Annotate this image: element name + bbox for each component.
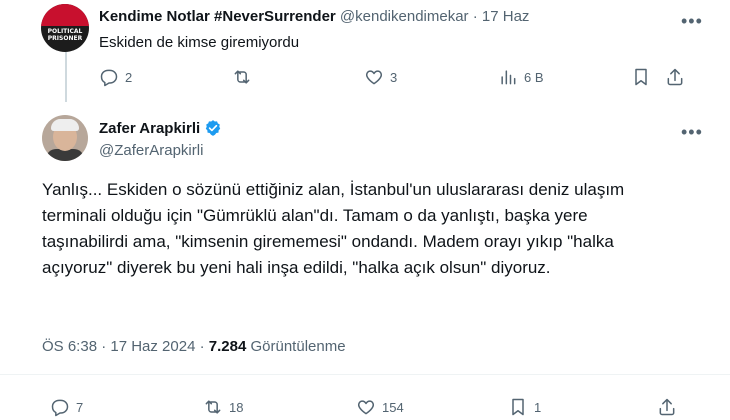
tweet-text: Eskiden de kimse giremiyordu [99,34,300,51]
share-button[interactable] [665,67,685,87]
views-label: Görüntülenme [246,338,346,355]
views-icon [501,70,516,85]
reply-button[interactable]: 2 [99,67,132,87]
bookmark-icon [635,68,647,86]
share-icon [659,398,675,416]
bookmark-button[interactable]: 1 [508,397,541,417]
bookmark-icon [512,398,524,416]
reply-count: 7 [76,399,84,415]
views-button[interactable]: 6 B [498,67,544,87]
share-button[interactable] [657,397,677,417]
author-name[interactable]: Kendime Notlar #NeverSurrender [99,8,336,25]
views-count: 6 B [524,69,544,85]
verified-badge-icon [205,120,221,136]
avatar[interactable]: POLITICAL PRISONER [41,4,89,52]
reply-button[interactable]: 7 [50,397,83,417]
bookmark-count: 1 [534,399,542,415]
share-icon [667,68,683,86]
tweet-meta: ÖS 6:38 · 17 Haz 2024 · 7.284 Görüntülen… [42,338,346,355]
header-separator: · [472,8,478,25]
reply-icon [51,399,69,417]
repost-icon [205,400,221,414]
repost-button[interactable]: 18 [203,397,243,417]
repost-count: 18 [229,399,244,415]
reply-count: 2 [125,69,133,85]
more-icon[interactable]: ••• [681,123,703,141]
bookmark-button[interactable] [631,67,651,87]
like-icon [365,70,383,85]
like-button[interactable]: 154 [356,397,404,417]
like-icon [357,400,375,415]
repost-button[interactable] [232,67,258,87]
author-handle[interactable]: @ZaferArapkirli [99,142,203,159]
more-icon[interactable]: ••• [681,12,703,30]
thread-connector [65,52,67,102]
like-button[interactable]: 3 [364,67,397,87]
like-count: 3 [390,69,398,85]
avatar-text: POLITICAL PRISONER [47,28,83,42]
tweet-date[interactable]: 17 Haz [482,8,530,25]
tweet-header: Kendime Notlar #NeverSurrender @kendiken… [99,8,529,25]
tweet-header: Zafer Arapkirli [99,119,222,137]
meta-separator: · [195,338,209,355]
author-name[interactable]: Zafer Arapkirli [99,120,200,137]
author-handle[interactable]: @kendikendimekar [340,8,469,25]
avatar-hair [51,119,79,131]
tweet-timestamp[interactable]: ÖS 6:38 · 17 Haz 2024 [42,338,195,355]
avatar[interactable] [42,115,88,161]
tweet-text: Yanlış... Eskiden o sözünü ettiğiniz ala… [42,180,625,277]
views-number: 7.284 [208,338,247,355]
avatar-background [41,4,89,26]
reply-icon [100,69,118,87]
like-count: 154 [382,399,404,415]
repost-icon [234,70,250,84]
divider [0,374,730,375]
